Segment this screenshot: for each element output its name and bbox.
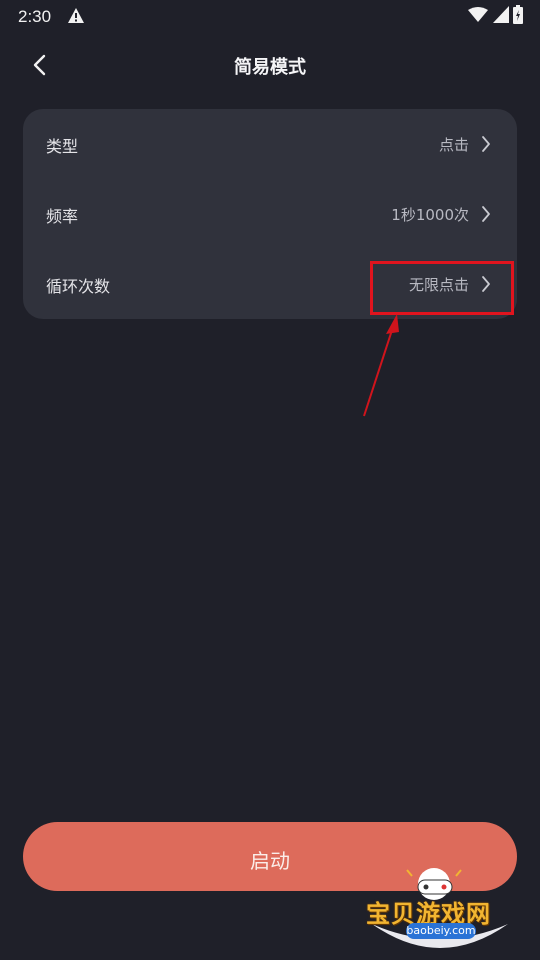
setting-label: 类型 (46, 137, 79, 156)
status-time: 2:30 (18, 7, 52, 26)
watermark-logo: 宝贝游戏网 baobeiy.com (360, 862, 520, 958)
watermark-url: baobeiy.com (406, 923, 476, 939)
wifi-icon (468, 7, 488, 22)
page-title: 简易模式 (234, 57, 306, 78)
status-bar: 2:30 (0, 0, 540, 34)
setting-row-type[interactable]: 类型 点击 (23, 109, 517, 179)
chevron-right-icon (482, 206, 490, 222)
setting-value: 1秒1000次 (391, 206, 469, 224)
battery-icon (513, 5, 523, 24)
app-bar: 简易模式 (0, 40, 540, 90)
setting-label: 频率 (46, 207, 79, 226)
warning-icon (68, 8, 84, 23)
setting-value: 点击 (438, 136, 469, 154)
setting-label: 循环次数 (46, 277, 111, 296)
setting-row-frequency[interactable]: 频率 1秒1000次 (23, 179, 517, 249)
signal-icon (493, 6, 509, 23)
arrow-annotation (363, 314, 399, 417)
highlight-box (370, 261, 514, 315)
chevron-right-icon (482, 136, 490, 152)
